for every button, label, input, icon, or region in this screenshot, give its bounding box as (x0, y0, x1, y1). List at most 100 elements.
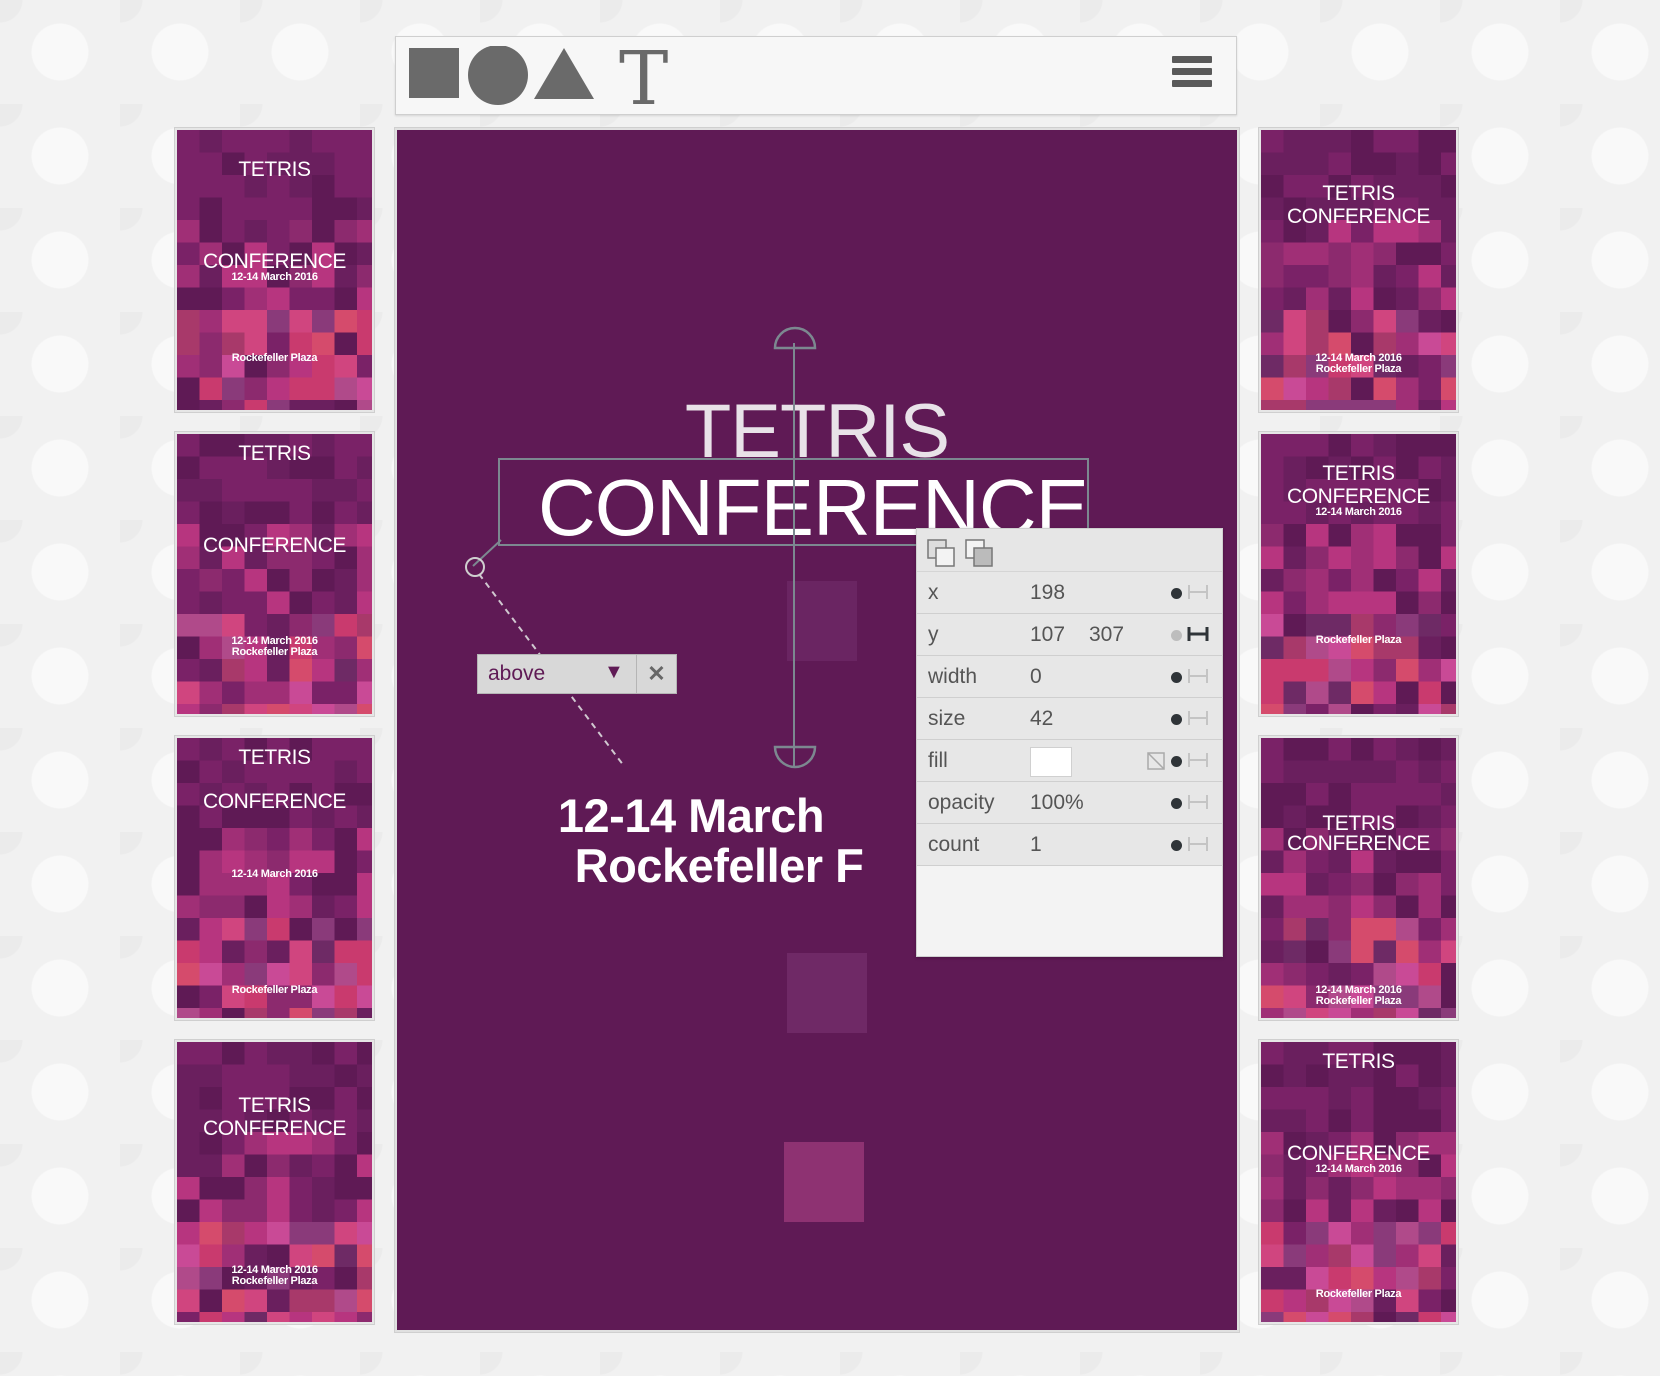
ghost-block (787, 581, 857, 661)
poster-thumbnail[interactable]: TETRIS CONFERENCE 12-14 March 2016 Rocke… (1259, 432, 1458, 716)
anchor-circle-icon[interactable] (463, 555, 487, 579)
property-value[interactable]: 107 (1030, 623, 1065, 647)
property-value[interactable]: 198 (1030, 581, 1065, 605)
position-select[interactable]: above ▼ ✕ (477, 654, 677, 694)
mosaic-tile (357, 1222, 372, 1245)
mosaic-tile (244, 591, 268, 615)
mosaic-tile (1373, 1008, 1397, 1018)
top-handle-icon[interactable] (767, 318, 823, 354)
property-value[interactable]: 1 (1030, 833, 1042, 857)
property-row-y[interactable]: y 107 307 (917, 614, 1222, 656)
mosaic-tile (1373, 1087, 1397, 1110)
poster-canvas[interactable]: TETRIS CONFERENCE 12-14 March Rockefelle… (395, 128, 1239, 1332)
mosaic-tile (1351, 524, 1374, 547)
chevron-down-icon[interactable]: ▼ (604, 661, 624, 684)
dot-icon[interactable] (1171, 672, 1182, 683)
property-row-width[interactable]: width 0 (917, 656, 1222, 698)
mosaic-tile (1283, 704, 1307, 714)
poster-thumbnail[interactable]: TETRIS CONFERENCE 12-14 March 2016 Rocke… (1259, 736, 1458, 1020)
bring-forward-icon[interactable] (925, 537, 957, 569)
property-row-size[interactable]: size 42 (917, 698, 1222, 740)
mosaic-tile (244, 828, 268, 851)
ghost-block (787, 953, 867, 1033)
mosaic-tile (1328, 681, 1352, 705)
poster-thumbnail[interactable]: TETRIS CONFERENCE 12-14 March 2016 Rocke… (175, 432, 374, 716)
mosaic-tile (1261, 704, 1284, 714)
property-row-opacity[interactable]: opacity 100% (917, 782, 1222, 824)
mosaic-tile (267, 1154, 290, 1178)
property-value-max[interactable]: 307 (1089, 623, 1124, 647)
thumb-place: Rockefeller Plaza (1315, 363, 1402, 375)
mosaic-tile (289, 1312, 313, 1322)
range-icon[interactable] (1187, 582, 1209, 602)
mosaic-tile (1373, 1267, 1397, 1290)
mosaic-tile (1418, 1222, 1442, 1245)
mosaic-tile (357, 310, 372, 333)
range-icon[interactable] (1187, 750, 1209, 770)
dot-icon[interactable] (1171, 756, 1182, 767)
property-value[interactable]: 42 (1030, 707, 1053, 731)
mosaic-tile (199, 1289, 223, 1313)
dot-icon[interactable] (1171, 798, 1182, 809)
fill-color-swatch[interactable] (1030, 747, 1072, 777)
no-fill-icon[interactable] (1147, 752, 1165, 770)
property-row-count[interactable]: count 1 (917, 824, 1222, 866)
range-icon[interactable] (1187, 666, 1209, 686)
mosaic-tile (1261, 524, 1284, 547)
mosaic-tile (1261, 265, 1284, 288)
mosaic-tile (357, 659, 372, 682)
mosaic-tile (1283, 377, 1307, 401)
mosaic-tile (1351, 1222, 1374, 1245)
mosaic-tile (1418, 152, 1442, 176)
mosaic-tile (1328, 1222, 1352, 1245)
poster-thumbnail[interactable]: TETRIS CONFERENCE 12-14 March 2016 Rocke… (1259, 128, 1458, 412)
dot-icon[interactable] (1171, 630, 1182, 641)
mosaic-tile (244, 400, 268, 410)
mosaic-tile (1306, 524, 1329, 547)
bottom-handle-icon[interactable] (767, 743, 823, 779)
mosaic-tile (1441, 1109, 1456, 1133)
mosaic-tile (1306, 1177, 1329, 1200)
app-logo: T (408, 42, 668, 116)
mosaic-tile (1306, 1109, 1329, 1133)
range-icon[interactable] (1187, 834, 1209, 854)
dot-icon[interactable] (1171, 588, 1182, 599)
mosaic-tile (244, 918, 268, 941)
poster-thumbnail[interactable]: TETRIS CONFERENCE 12-14 March 2016 Rocke… (175, 1040, 374, 1324)
poster-thumbnail[interactable]: TETRIS CONFERENCE 12-14 March 2016 Rocke… (175, 128, 374, 412)
hamburger-menu-icon[interactable] (1172, 56, 1212, 90)
mosaic-tile (357, 569, 372, 592)
mosaic-tile (177, 310, 200, 333)
mosaic-tile (199, 681, 223, 705)
mosaic-tile (1351, 310, 1374, 333)
mosaic-tile (1283, 265, 1307, 288)
dot-icon[interactable] (1171, 840, 1182, 851)
dot-icon[interactable] (1171, 714, 1182, 725)
property-value[interactable]: 0 (1030, 665, 1042, 689)
mosaic-tile (312, 1042, 335, 1065)
property-row-fill[interactable]: fill (917, 740, 1222, 782)
mosaic-tile (1418, 783, 1442, 806)
poster-thumbnail[interactable]: TETRIS CONFERENCE 12-14 March 2016 Rocke… (175, 736, 374, 1020)
send-backward-icon[interactable] (963, 537, 995, 569)
property-label: opacity (928, 791, 995, 814)
mosaic-tile (1373, 659, 1397, 682)
mosaic-tile (1396, 1008, 1419, 1018)
mosaic-tile (1261, 963, 1284, 986)
mosaic-tile (199, 963, 223, 986)
poster-thumbnail[interactable]: TETRIS CONFERENCE 12-14 March 2016 Rocke… (1259, 1040, 1458, 1324)
mosaic-tile (1328, 895, 1352, 919)
property-value[interactable]: 100% (1030, 791, 1084, 815)
range-icon[interactable] (1187, 792, 1209, 812)
thumb-subtitle: CONFERENCE (1286, 832, 1430, 855)
mosaic-tile (334, 1042, 358, 1065)
mosaic-tile (334, 704, 358, 714)
range-icon[interactable] (1187, 624, 1209, 644)
mosaic-tile (177, 704, 200, 714)
mosaic-tile (199, 1177, 223, 1200)
close-icon[interactable]: ✕ (636, 655, 676, 693)
range-icon[interactable] (1187, 708, 1209, 728)
property-row-x[interactable]: x 198 (917, 572, 1222, 614)
mosaic-tile (222, 197, 245, 221)
mosaic-tile (222, 963, 245, 986)
